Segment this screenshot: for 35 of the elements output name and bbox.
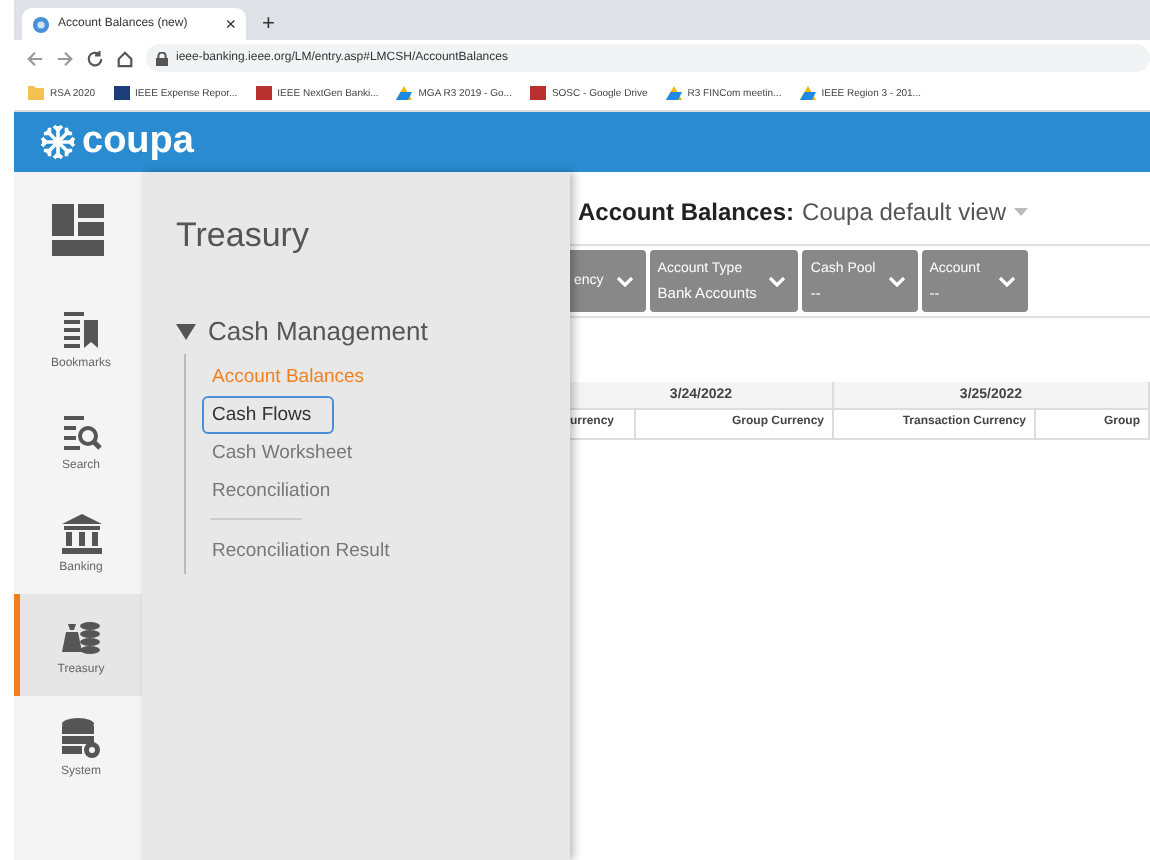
folder-icon xyxy=(28,86,44,100)
logo-text: coupa xyxy=(82,120,194,164)
square-icon xyxy=(113,86,130,100)
triangle-icon xyxy=(665,86,682,100)
triangle-icon xyxy=(799,86,816,100)
menu-group-header[interactable]: Cash Management xyxy=(176,316,428,346)
forward-icon[interactable] xyxy=(56,49,74,67)
collapse-triangle-icon xyxy=(176,324,196,340)
close-icon[interactable]: × xyxy=(225,14,236,34)
chevron-down-icon xyxy=(997,275,1016,287)
new-tab-button[interactable]: + xyxy=(262,12,275,36)
lock-icon xyxy=(156,51,168,65)
chevron-down-icon xyxy=(768,275,787,287)
database-gear-icon xyxy=(59,716,103,760)
globe-icon xyxy=(32,15,50,33)
triangle-icon xyxy=(396,86,413,100)
dashboard-icon[interactable] xyxy=(52,204,104,256)
view-selector[interactable]: Coupa default view xyxy=(802,198,1007,226)
bookmark-list-icon xyxy=(59,308,103,352)
snowflake-icon xyxy=(38,122,78,162)
back-icon[interactable] xyxy=(26,49,44,67)
menu-item[interactable]: Reconciliation xyxy=(202,472,341,510)
chevron-down-icon xyxy=(615,275,634,287)
document-icon xyxy=(529,86,546,100)
page-title: Account Balances: xyxy=(578,198,795,226)
search-icon xyxy=(59,410,103,454)
panel-title: Treasury xyxy=(176,216,309,256)
chevron-down-icon xyxy=(887,275,906,287)
menu-item[interactable]: Reconciliation Result xyxy=(202,532,400,570)
menu-item[interactable]: Cash Flows xyxy=(202,396,334,434)
document-icon xyxy=(255,86,272,100)
bank-icon xyxy=(59,512,103,556)
reload-icon[interactable] xyxy=(86,49,104,67)
menu-item[interactable]: Cash Worksheet xyxy=(202,434,363,472)
home-icon[interactable] xyxy=(116,49,134,67)
